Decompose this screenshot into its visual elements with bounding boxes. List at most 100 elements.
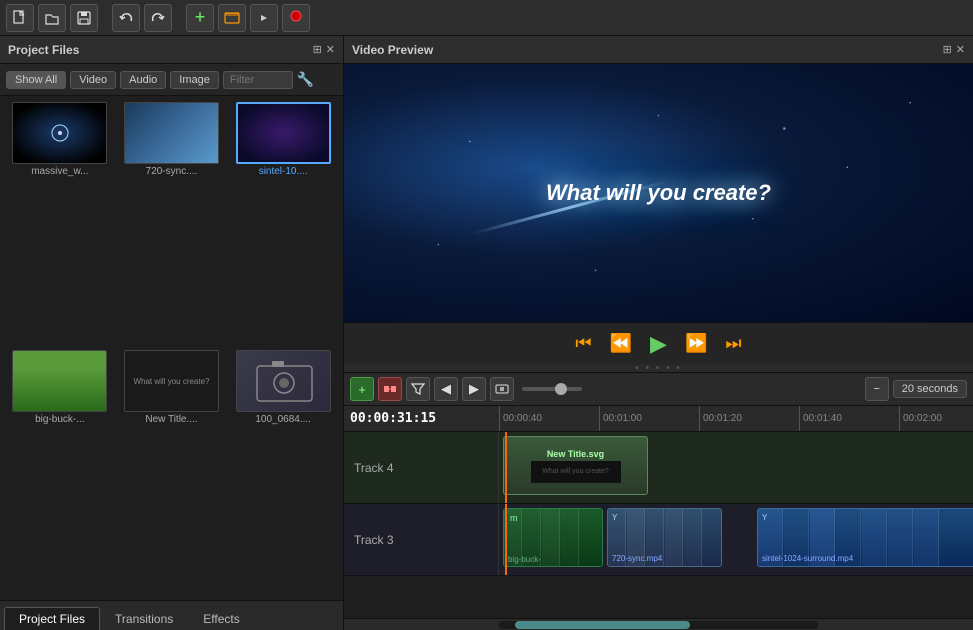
track-3-label: Track 3 bbox=[344, 504, 499, 575]
timecode: 00:00:31:15 bbox=[350, 411, 436, 426]
redo-button[interactable] bbox=[144, 4, 172, 32]
clip-button[interactable] bbox=[218, 4, 246, 32]
title-clip-label: New Title.svg bbox=[547, 449, 604, 459]
bb-frame-4 bbox=[561, 509, 579, 566]
tab-effects[interactable]: Effects bbox=[188, 607, 254, 630]
open-button[interactable] bbox=[38, 4, 66, 32]
filter-bar: Show All Video Audio Image 🔧 bbox=[0, 64, 343, 96]
media-item-newtitle[interactable]: What will you create? New Title.... bbox=[118, 350, 226, 594]
media-label-camera: 100_0684.... bbox=[255, 414, 311, 425]
bottom-tabs: Project Files Transitions Effects bbox=[0, 600, 343, 630]
tab-transitions[interactable]: Transitions bbox=[100, 607, 188, 630]
track-3: Track 3 bbox=[344, 504, 973, 576]
pf-expand-icon[interactable]: ⊞ bbox=[313, 43, 322, 56]
video-filter-button[interactable]: Video bbox=[70, 71, 116, 89]
bb-frame-3 bbox=[542, 509, 560, 566]
vp-expand-icon[interactable]: ⊞ bbox=[943, 43, 952, 56]
ruler-content: 00:00:40 00:01:00 00:01:20 00:01:40 00:0… bbox=[499, 406, 973, 431]
skip-start-button[interactable]: ⏮ bbox=[571, 329, 595, 358]
fast-forward-button[interactable]: ⏩ bbox=[681, 329, 711, 358]
media-thumb-sintel bbox=[236, 102, 331, 164]
track-4-content: New Title.svg What will you create? bbox=[499, 432, 973, 503]
pf-close-icon[interactable]: ✕ bbox=[326, 43, 335, 56]
media-item-bigbuck[interactable]: big-buck-... bbox=[6, 350, 114, 594]
add-track-button[interactable]: + bbox=[350, 377, 374, 401]
record-button[interactable] bbox=[282, 4, 310, 32]
media-label-720sync: 720-sync.... bbox=[146, 166, 198, 177]
media-item-camera[interactable]: 100_0684.... bbox=[229, 350, 337, 594]
play-button[interactable]: ▶ bbox=[646, 327, 671, 361]
media-thumb-720sync bbox=[124, 102, 219, 164]
sintel-marker: Y bbox=[762, 513, 767, 522]
720-clip-label: 720-sync.mp4 bbox=[612, 554, 662, 563]
media-label-massive: massive_w... bbox=[31, 166, 88, 177]
resize-handle[interactable]: • • • • • bbox=[344, 364, 973, 372]
rewind-button[interactable]: ⏪ bbox=[606, 329, 636, 358]
scroll-track[interactable] bbox=[499, 621, 818, 629]
audio-filter-button[interactable]: Audio bbox=[120, 71, 166, 89]
720-clip[interactable]: Y 720-sync.mp4 bbox=[607, 508, 722, 567]
track-4-label: Track 4 bbox=[344, 432, 499, 503]
skip-end-button[interactable]: ⏭ bbox=[721, 329, 745, 358]
ruler-tick-4: 00:01:40 bbox=[799, 406, 842, 431]
zoom-out-button[interactable]: − bbox=[865, 377, 889, 401]
vp-preview-text: What will you create? bbox=[546, 180, 771, 206]
export-button[interactable] bbox=[250, 4, 278, 32]
save-button[interactable] bbox=[70, 4, 98, 32]
sintel-frame-7 bbox=[914, 509, 939, 566]
media-item-sintel[interactable]: sintel-10.... bbox=[229, 102, 337, 346]
playback-controls: ⏮ ⏪ ▶ ⏩ ⏭ bbox=[344, 322, 973, 364]
media-grid: massive_w... 720-sync.... sintel-10.... bbox=[0, 96, 343, 600]
timeline-scrollbar bbox=[344, 618, 973, 630]
insert-clip-button[interactable] bbox=[490, 377, 514, 401]
left-panel: Project Files ⊞ ✕ Show All Video Audio I… bbox=[0, 36, 344, 630]
filter-clear-icon[interactable]: 🔧 bbox=[297, 71, 314, 88]
vp-header-icons: ⊞ ✕ bbox=[943, 43, 965, 56]
bb-label-full: big-buck- bbox=[508, 555, 541, 564]
playhead-line-t4 bbox=[505, 432, 507, 503]
playhead-line-t3 bbox=[505, 504, 507, 575]
time-ruler: 00:00:31:15 00:00:40 00:01:00 00:01:20 0… bbox=[344, 406, 973, 432]
720-clip-inner: Y 720-sync.mp4 bbox=[608, 509, 721, 566]
filter-input[interactable] bbox=[223, 71, 293, 89]
next-marker-button[interactable]: ▶ bbox=[462, 377, 486, 401]
media-label-sintel: sintel-10.... bbox=[259, 166, 308, 177]
prev-marker-button[interactable]: ◀ bbox=[434, 377, 458, 401]
sintel-clip-label: sintel-1024-surround.mp4 bbox=[762, 554, 853, 563]
bb-clip[interactable]: m big-buck- bbox=[503, 508, 603, 567]
toolbar: + bbox=[0, 0, 973, 36]
track-3-content: m big-buck- bbox=[499, 504, 973, 575]
title-clip[interactable]: New Title.svg What will you create? bbox=[503, 436, 648, 495]
tracks-area: Track 4 New Title.svg What will you crea… bbox=[344, 432, 973, 618]
scroll-thumb[interactable] bbox=[515, 621, 690, 629]
sintel-clip[interactable]: Y sintel-1024-surround.mp4 bbox=[757, 508, 973, 567]
video-preview-bg: What will you create? bbox=[344, 64, 973, 322]
filter-track-button[interactable] bbox=[406, 377, 430, 401]
bb-clip-label: m bbox=[510, 513, 518, 523]
zoom-slider[interactable] bbox=[522, 387, 582, 391]
media-item-720sync[interactable]: 720-sync.... bbox=[118, 102, 226, 346]
show-all-button[interactable]: Show All bbox=[6, 71, 66, 89]
zoom-handle[interactable] bbox=[555, 383, 567, 395]
image-filter-button[interactable]: Image bbox=[170, 71, 219, 89]
sintel-frame-5 bbox=[862, 509, 887, 566]
add-button[interactable]: + bbox=[186, 4, 214, 32]
ruler-tick-1: 00:00:40 bbox=[499, 406, 542, 431]
media-item-massive[interactable]: massive_w... bbox=[6, 102, 114, 346]
snap-button[interactable] bbox=[378, 377, 402, 401]
project-files-header: Project Files ⊞ ✕ bbox=[0, 36, 343, 64]
ruler-tick-5: 00:02:00 bbox=[899, 406, 942, 431]
undo-button[interactable] bbox=[112, 4, 140, 32]
new-button[interactable] bbox=[6, 4, 34, 32]
tab-project-files[interactable]: Project Files bbox=[4, 607, 100, 630]
timeline-area: 00:00:31:15 00:00:40 00:01:00 00:01:20 0… bbox=[344, 406, 973, 630]
video-preview-header: Video Preview ⊞ ✕ bbox=[344, 36, 973, 64]
vp-close-icon[interactable]: ✕ bbox=[956, 43, 965, 56]
main-layout: Project Files ⊞ ✕ Show All Video Audio I… bbox=[0, 36, 973, 630]
media-thumb-massive bbox=[12, 102, 107, 164]
720-frame-5 bbox=[684, 509, 702, 566]
pf-header-icons: ⊞ ✕ bbox=[313, 43, 335, 56]
zoom-slider-container bbox=[522, 387, 582, 391]
sintel-frame-6 bbox=[888, 509, 913, 566]
video-preview-area: What will you create? bbox=[344, 64, 973, 322]
